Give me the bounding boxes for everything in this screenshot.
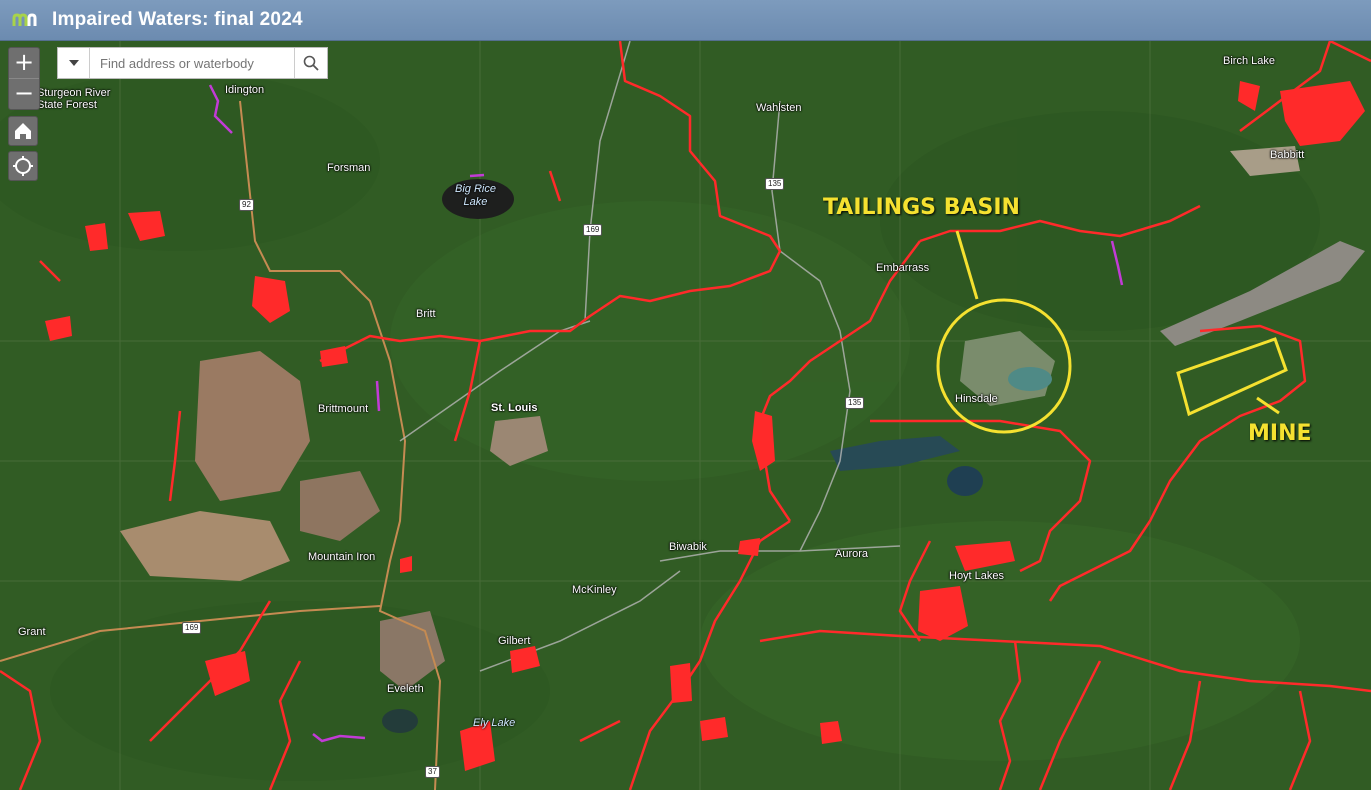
label-birch-lake: Birch Lake xyxy=(1223,55,1275,67)
label-aurora: Aurora xyxy=(835,548,869,560)
label-britt: Britt xyxy=(416,308,436,320)
label-wahlsten: Wahlsten xyxy=(756,102,802,114)
locate-icon xyxy=(13,156,33,176)
highway-shield-135: 135 xyxy=(765,178,785,190)
map-view[interactable]: Sturgeon River State Forest Idington Wah… xyxy=(0,41,1371,790)
label-babbitt: Babbitt xyxy=(1270,149,1305,161)
search-input[interactable] xyxy=(90,48,294,78)
lake xyxy=(947,466,983,496)
search-widget xyxy=(57,47,328,79)
tailings-pond xyxy=(1008,367,1052,391)
satellite-basemap xyxy=(0,41,1371,790)
zoom-control: + − xyxy=(8,47,40,110)
label-ely-lake: Ely Lake xyxy=(473,717,516,729)
annotation-mine: MINE xyxy=(1248,421,1312,446)
label-biwabik: Biwabik xyxy=(669,541,707,553)
label-idington: Idington xyxy=(225,84,265,96)
label-mountain-iron: Mountain Iron xyxy=(308,551,376,563)
label-big-rice-lake: Big Rice Lake xyxy=(455,183,496,208)
highway-shield-169: 169 xyxy=(182,622,202,634)
app-title: Impaired Waters: final 2024 xyxy=(52,9,303,30)
label-gilbert: Gilbert xyxy=(498,635,531,647)
label-mckinley: McKinley xyxy=(572,584,617,596)
search-source-dropdown[interactable] xyxy=(58,48,90,78)
highway-shield-169: 169 xyxy=(583,224,603,236)
search-button[interactable] xyxy=(294,48,327,78)
label-eveleth: Eveleth xyxy=(387,683,424,695)
mn-logo-icon xyxy=(12,13,37,26)
label-hoyt-lakes: Hoyt Lakes xyxy=(949,570,1005,582)
search-icon xyxy=(303,55,319,71)
annotation-tailings-basin: TAILINGS BASIN xyxy=(823,195,1020,220)
highway-shield-37: 37 xyxy=(425,766,440,778)
label-st-louis: St. Louis xyxy=(491,402,538,414)
label-hinsdale: Hinsdale xyxy=(955,393,998,405)
locate-button[interactable] xyxy=(8,151,38,181)
label-forsman: Forsman xyxy=(327,162,371,174)
zoom-out-button[interactable]: − xyxy=(9,78,39,109)
label-grant: Grant xyxy=(18,626,46,638)
app-header: Impaired Waters: final 2024 xyxy=(0,0,1371,41)
label-brittmount: Brittmount xyxy=(318,403,369,415)
highway-shield-92: 92 xyxy=(239,199,254,211)
home-icon xyxy=(15,123,31,139)
label-embarrass: Embarrass xyxy=(876,262,930,274)
highway-shield-135: 135 xyxy=(845,397,865,409)
zoom-in-button[interactable]: + xyxy=(9,48,39,78)
lake xyxy=(382,709,418,733)
label-sturgeon-river-state-forest: Sturgeon River State Forest xyxy=(37,87,111,111)
chevron-down-icon xyxy=(68,60,79,66)
home-button[interactable] xyxy=(8,116,38,146)
